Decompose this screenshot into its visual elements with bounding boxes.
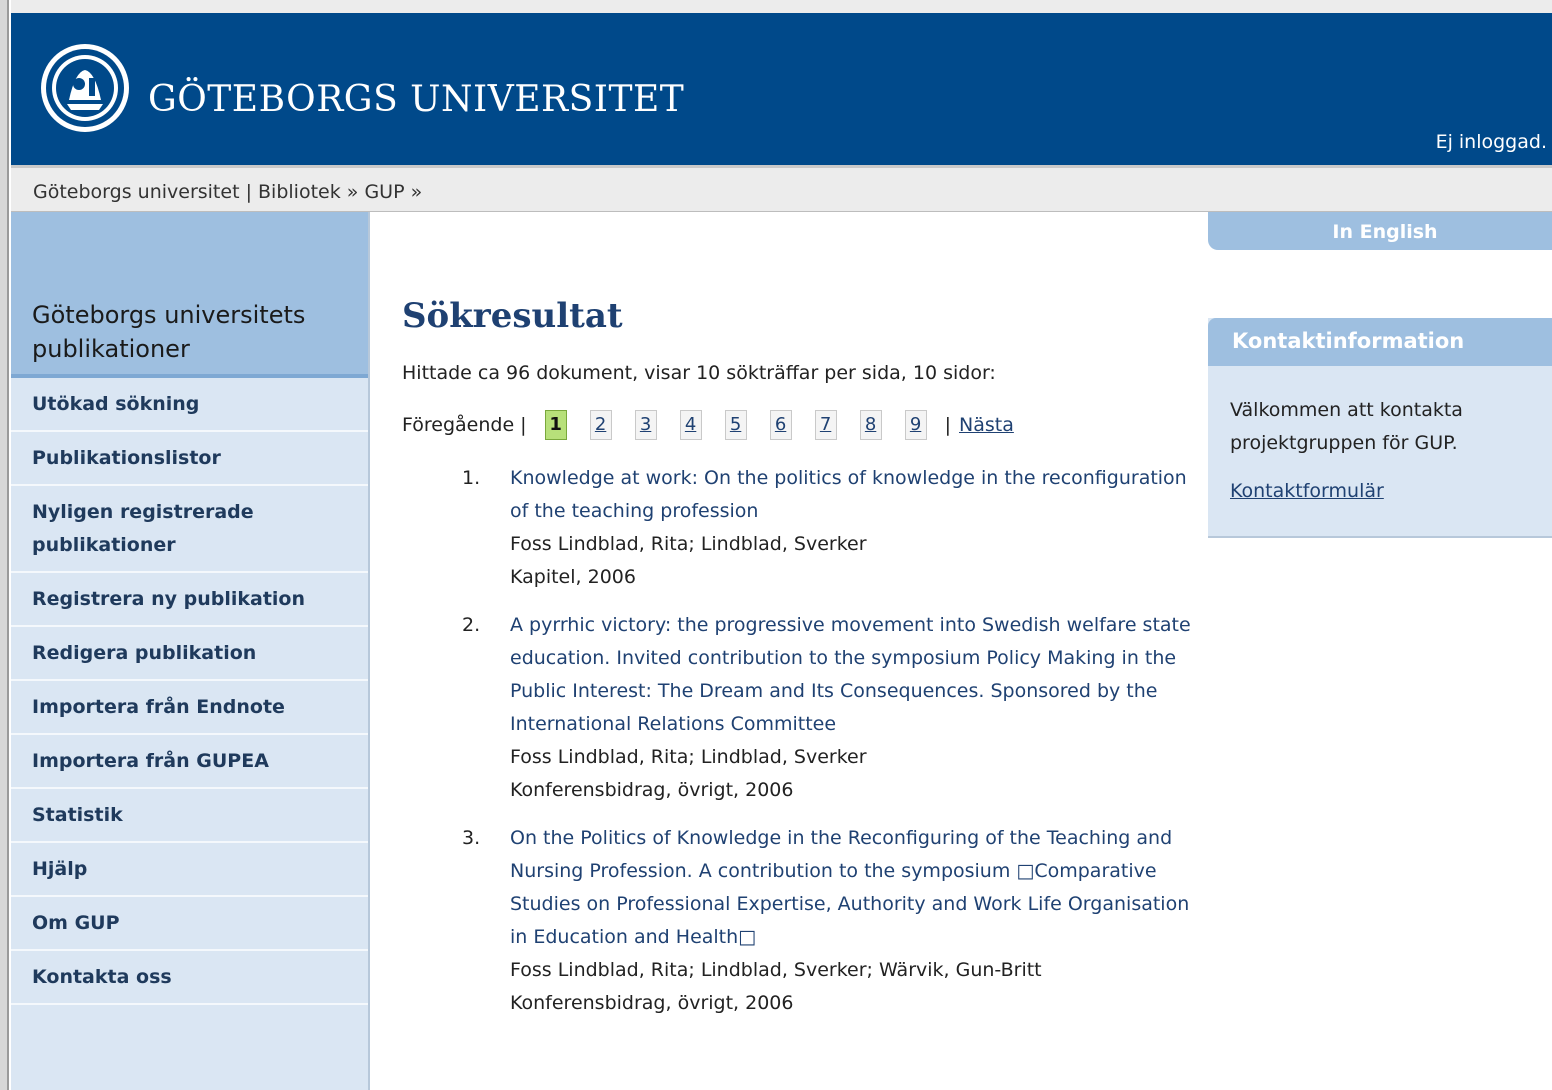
- result-title-link[interactable]: On the Politics of Knowledge in the Reco…: [510, 822, 1192, 954]
- result-item: 1. Knowledge at work: On the politics of…: [402, 462, 1192, 594]
- breadcrumb-university-link[interactable]: Göteborgs universitet: [33, 181, 240, 203]
- pagination-next-link[interactable]: Nästa: [959, 414, 1014, 436]
- result-item: 3. On the Politics of Knowledge in the R…: [402, 822, 1192, 1020]
- breadcrumb-separator: »: [340, 181, 365, 203]
- breadcrumb-separator: »: [404, 181, 423, 203]
- window-left-edge: [0, 0, 9, 1090]
- result-list: 1. Knowledge at work: On the politics of…: [402, 462, 1192, 1035]
- result-type: Kapitel, 2006: [510, 566, 636, 588]
- sidebar-nav: Utökad sökning Publikationslistor Nylige…: [11, 378, 368, 1005]
- page-link-8[interactable]: 8: [859, 410, 882, 440]
- sidebar-item-contact[interactable]: Kontakta oss: [11, 951, 368, 1005]
- page-link-5[interactable]: 5: [724, 410, 747, 440]
- login-status: Ej inloggad.: [1435, 131, 1547, 153]
- sidebar-title: Göteborgs universitets publikationer: [32, 301, 306, 363]
- sidebar-item-advanced-search[interactable]: Utökad sökning: [11, 378, 368, 432]
- contact-heading: Kontaktinformation: [1232, 329, 1465, 353]
- result-authors: Foss Lindblad, Rita; Lindblad, Sverker; …: [510, 959, 1042, 981]
- sidebar-item-register-publication[interactable]: Registrera ny publikation: [11, 573, 368, 627]
- breadcrumb-separator: |: [239, 181, 259, 203]
- sidebar-item-about[interactable]: Om GUP: [11, 897, 368, 951]
- result-summary: Hittade ca 96 dokument, visar 10 sökträf…: [402, 362, 996, 384]
- page: GÖTEBORGS UNIVERSITET Ej inloggad. Göteb…: [0, 0, 1552, 1090]
- page-link-6[interactable]: 6: [769, 410, 792, 440]
- page-link-9[interactable]: 9: [904, 410, 927, 440]
- result-authors: Foss Lindblad, Rita; Lindblad, Sverker: [510, 533, 867, 555]
- sidebar-item-recent-publications[interactable]: Nyligen registrerade publikationer: [11, 486, 368, 573]
- sidebar-item-help[interactable]: Hjälp: [11, 843, 368, 897]
- sidebar: Göteborgs universitets publikationer Utö…: [11, 212, 370, 1090]
- result-title-link[interactable]: A pyrrhic victory: the progressive movem…: [510, 609, 1192, 741]
- breadcrumb-library-link[interactable]: Bibliotek: [258, 181, 341, 203]
- sidebar-item-import-endnote[interactable]: Importera från Endnote: [11, 681, 368, 735]
- page-link-7[interactable]: 7: [814, 410, 837, 440]
- result-item: 2. A pyrrhic victory: the progressive mo…: [402, 609, 1192, 807]
- sidebar-item-publication-lists[interactable]: Publikationslistor: [11, 432, 368, 486]
- language-tab[interactable]: In English: [1208, 212, 1552, 250]
- sidebar-item-import-gupea[interactable]: Importera från GUPEA: [11, 735, 368, 789]
- result-number: 3.: [462, 827, 481, 849]
- breadcrumb-gup-link[interactable]: GUP: [364, 181, 404, 203]
- result-type: Konferensbidrag, övrigt, 2006: [510, 992, 794, 1014]
- university-name[interactable]: GÖTEBORGS UNIVERSITET: [148, 79, 684, 120]
- university-seal-logo[interactable]: [39, 42, 131, 134]
- contact-box: Kontaktinformation Välkommen att kontakt…: [1208, 318, 1552, 538]
- result-title-link[interactable]: Knowledge at work: On the politics of kn…: [510, 462, 1192, 528]
- result-type: Konferensbidrag, övrigt, 2006: [510, 779, 794, 801]
- window-top-strip: [11, 0, 1552, 13]
- sidebar-item-edit-publication[interactable]: Redigera publikation: [11, 627, 368, 681]
- result-authors: Foss Lindblad, Rita; Lindblad, Sverker: [510, 746, 867, 768]
- site-header: GÖTEBORGS UNIVERSITET Ej inloggad.: [11, 13, 1552, 165]
- result-number: 1.: [462, 467, 481, 489]
- page-link-1[interactable]: 1: [544, 410, 567, 440]
- contact-box-header: Kontaktinformation: [1208, 318, 1552, 366]
- sidebar-item-statistics[interactable]: Statistik: [11, 789, 368, 843]
- breadcrumb: Göteborgs universitet | Bibliotek » GUP …: [11, 165, 1552, 212]
- language-link[interactable]: In English: [1208, 221, 1552, 243]
- page-link-2[interactable]: 2: [589, 410, 612, 440]
- pagination-previous: Föregående |: [402, 414, 527, 436]
- pagination-separator: |: [944, 414, 951, 436]
- page-link-4[interactable]: 4: [679, 410, 702, 440]
- result-number: 2.: [462, 614, 481, 636]
- contact-form-link[interactable]: Kontaktformulär: [1230, 480, 1384, 502]
- page-title: Sökresultat: [402, 296, 623, 336]
- page-link-3[interactable]: 3: [634, 410, 657, 440]
- contact-text: Välkommen att kontakta projektgruppen fö…: [1230, 399, 1463, 454]
- pagination: Föregående | 1 2 3 4 5 6 7 8 9 | Nästa: [402, 410, 1014, 440]
